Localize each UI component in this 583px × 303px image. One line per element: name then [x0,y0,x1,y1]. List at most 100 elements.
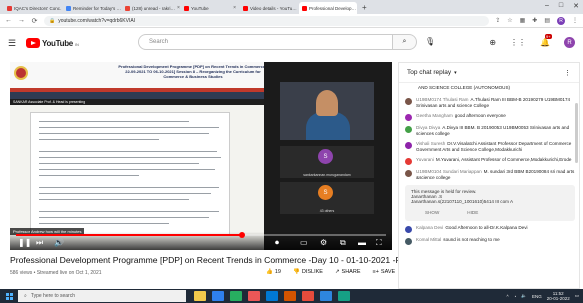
taskbar-app-icon[interactable] [230,291,242,301]
forward-icon[interactable]: → [18,17,25,24]
dislike-button[interactable]: 👎 DISLIKE [293,269,323,275]
thumbs-up-icon: 👍 [266,269,273,275]
reload-icon[interactable]: ⟳ [31,17,38,25]
hamburger-menu-icon[interactable]: ☰ [8,38,22,49]
playlist-add-icon: ≡+ [372,269,379,275]
taskbar-app-icon[interactable] [248,291,260,301]
video-player[interactable]: Professional Development Programme [PDP]… [10,62,392,250]
microphone-icon[interactable]: 🎙 [425,37,435,46]
theater-mode-icon[interactable]: ▬ [358,238,366,247]
taskbar-search-input[interactable]: ⌕ Type here to search [18,290,186,302]
browser-tab[interactable]: Video details - YouTu…× [240,2,298,14]
fullscreen-icon[interactable]: ⛶ [376,238,382,248]
puzzle-icon[interactable]: ✚ [532,17,537,24]
document-text-line [39,139,159,141]
tray-chevron-icon[interactable]: ^ [506,294,508,299]
next-icon[interactable]: ⏭ [36,238,43,248]
share-button[interactable]: ↗ SHARE [335,269,361,275]
url-bar[interactable]: 🔒 youtube.com/watch?v=qdrb6KVIAI [44,15,490,26]
author-name[interactable]: Kalpana Devi [416,225,443,230]
autoplay-toggle[interactable]: ⏺ [275,238,279,248]
search-input[interactable]: Search [138,34,393,50]
show-button[interactable]: SHOW [419,208,445,217]
author-avatar[interactable] [405,98,412,105]
taskbar-app-icon[interactable] [320,291,332,301]
notifications-button[interactable]: 🔔 9+ [540,34,552,47]
share-page-icon[interactable]: ⇪ [495,17,500,24]
tab-close-icon[interactable]: × [177,5,180,11]
browser-tab[interactable]: Reminder for Today's …× [63,2,121,14]
author-avatar[interactable] [405,158,412,165]
search-button[interactable]: ⌕ [393,34,417,50]
document-text-line [39,199,189,201]
author-name[interactable]: Divya Divya [416,125,440,130]
author-avatar[interactable] [405,170,412,177]
message-body: U19BM0104 Sundari Mariappan M. sundari 3r… [416,169,575,181]
settings-gear-icon[interactable]: ⚙ [320,238,327,247]
author-name[interactable]: Yuvarani [416,157,434,162]
tab-label: Video details - YouTu… [250,5,297,11]
youtube-logo[interactable]: YouTube IN [26,38,79,48]
like-button[interactable]: 👍 19 [266,269,281,275]
author-avatar[interactable] [405,238,412,245]
extension-icon[interactable]: ▦ [520,17,526,24]
held-text: Janarthanan.s(22107110_1001610)5414 III … [411,199,514,204]
network-icon[interactable]: ◔ [514,294,517,299]
chat-scrollbar[interactable] [575,103,578,163]
browser-tab[interactable]: IQAC's Directors' Conc…× [4,2,62,14]
volume-icon[interactable]: 🔊 [54,238,64,247]
sidebar-icon[interactable]: ▤ [544,17,550,24]
author-avatar[interactable] [405,86,412,93]
new-tab-button[interactable]: + [358,2,371,14]
language-indicator[interactable]: ENG [532,294,542,299]
author-name[interactable]: Komal Mittal [416,237,441,242]
taskbar-app-icon[interactable] [302,291,314,301]
browser-tab[interactable]: Professional Develop…× [299,2,357,14]
search-icon: ⌕ [402,38,407,45]
document-text-line [39,121,189,123]
browser-menu-icon[interactable]: ⋮ [572,17,578,24]
chat-message: Geetha Mangham good afternoon everyone [399,111,581,123]
save-button[interactable]: ≡+ SAVE [373,269,396,275]
taskbar-app-icon[interactable] [194,291,206,301]
chat-more-icon[interactable]: ⋮ [564,69,571,77]
browser-tab[interactable]: YouTube × [181,2,239,14]
browser-tab[interactable]: (128) unread - rakri… × [122,2,180,14]
profile-avatar[interactable]: R [557,16,565,25]
author-name[interactable]: Vishali Suresh [416,141,445,146]
miniplayer-icon[interactable]: ⧉ [340,238,346,248]
taskbar-app-icon[interactable] [212,291,224,301]
author-name[interactable]: U19BM0104 Sundari Mariappan [416,169,482,174]
progress-bar[interactable] [16,234,386,236]
close-window-button[interactable]: ✕ [573,2,579,10]
captions-icon[interactable]: ▭ [300,238,308,247]
taskbar-app-icon[interactable] [284,291,296,301]
volume-tray-icon[interactable]: 🔈 [521,293,527,299]
chevron-down-icon[interactable]: ▾ [454,70,457,76]
chat-mode-selector[interactable]: Top chat replay [407,69,451,76]
clock[interactable]: 11:52 20-01-2022 [547,291,570,301]
author-avatar[interactable] [405,126,412,133]
clock-date: 20-01-2022 [546,296,570,301]
author-name[interactable]: Geetha Mangham [416,113,453,118]
bookmark-star-icon[interactable]: ☆ [507,17,512,24]
minimize-button[interactable]: – [545,2,549,10]
author-avatar[interactable] [405,114,412,121]
apps-grid-icon[interactable]: ⋮⋮ [510,38,526,47]
notification-center-icon[interactable]: ▭ [575,293,579,299]
taskbar-app-icon[interactable] [338,291,350,301]
hide-button[interactable]: HIDE [461,208,484,217]
scrubber-handle[interactable] [238,232,245,238]
tab-close-icon[interactable]: × [233,5,236,11]
author-name[interactable]: U19BM0174 Thulasi Ram [416,97,469,102]
back-icon[interactable]: ← [5,17,12,24]
create-video-icon[interactable]: ⊕ [489,38,496,47]
taskbar-app-icon[interactable] [266,291,278,301]
account-avatar[interactable]: R [564,37,575,48]
start-button[interactable] [0,292,18,300]
windows-taskbar: ⌕ Type here to search ^ ◔ 🔈 ENG 11:52 20… [0,289,583,303]
maximize-button[interactable]: □ [559,2,563,10]
author-avatar[interactable] [405,226,412,233]
play-pause-icon[interactable]: ❚❚ [18,238,31,247]
author-avatar[interactable] [405,142,412,149]
